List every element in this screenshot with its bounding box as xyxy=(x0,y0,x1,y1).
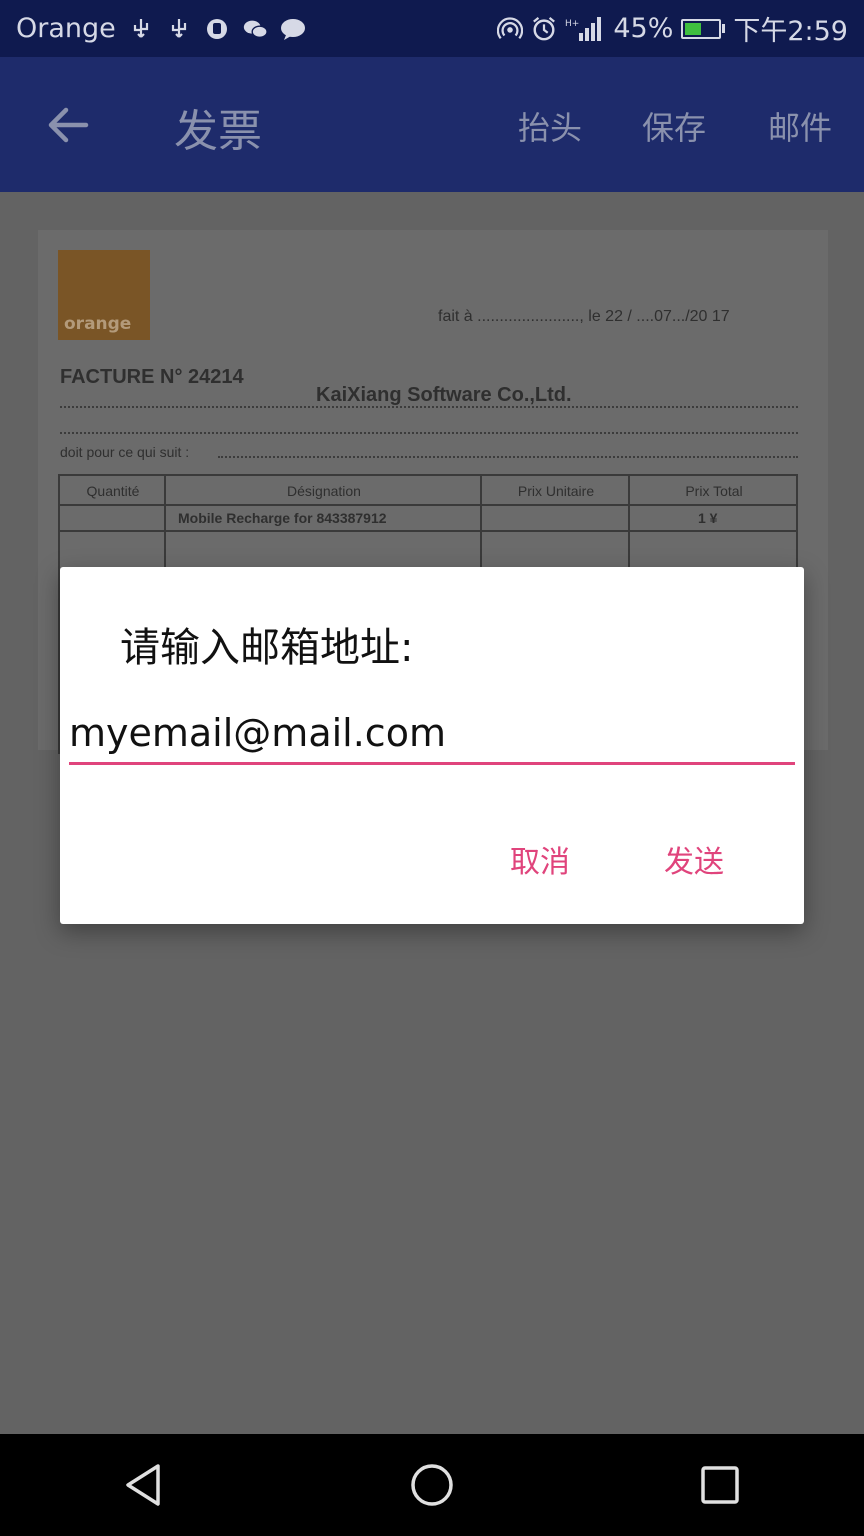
invoice-place-date: fait à ......................., le 22 / … xyxy=(438,308,730,325)
logo-text: orange xyxy=(64,314,132,334)
column-header: Désignation xyxy=(287,483,361,499)
app-bar: 发票 抬头 保存 邮件 xyxy=(0,57,864,192)
back-button[interactable] xyxy=(40,97,96,153)
alarm-icon xyxy=(531,16,557,42)
usb-icon xyxy=(166,16,192,42)
arrow-left-icon xyxy=(48,107,89,143)
circle-home-icon xyxy=(411,1464,453,1506)
send-button[interactable]: 发送 xyxy=(664,837,724,881)
invoice-doit-label: doit pour ce qui suit : xyxy=(60,444,190,460)
email-action-button[interactable]: 邮件 xyxy=(768,103,832,149)
invoice-number: FACTURE N° 24214 xyxy=(60,366,244,388)
invoice-company: KaiXiang Software Co.,Ltd. xyxy=(316,384,572,406)
nav-back-button[interactable] xyxy=(104,1445,184,1525)
nav-home-button[interactable] xyxy=(392,1445,472,1525)
svg-text:H+: H+ xyxy=(565,19,579,29)
battery-level-fill xyxy=(685,22,701,35)
column-header: Prix Unitaire xyxy=(517,483,595,499)
status-bar: Orange H+ 45% 下午2:59 xyxy=(0,0,864,57)
dotted-line xyxy=(60,406,798,408)
usb-icon xyxy=(128,16,154,42)
dotted-line xyxy=(60,432,798,434)
carrier-name: Orange xyxy=(16,13,116,44)
page-title: 发票 xyxy=(174,106,262,157)
battery-percent: 45% xyxy=(613,13,674,44)
nav-recents-button[interactable] xyxy=(680,1445,760,1525)
table-row: Mobile Recharge for 843387912 xyxy=(178,510,387,526)
email-input[interactable] xyxy=(69,703,795,765)
column-header: Prix Total xyxy=(685,483,743,499)
battery-icon xyxy=(681,18,726,39)
save-action-button[interactable]: 保存 xyxy=(642,103,706,149)
message-icon xyxy=(280,16,306,42)
header-action-button[interactable]: 抬头 xyxy=(518,103,582,149)
email-dialog: 请输入邮箱地址: 取消 发送 xyxy=(60,567,804,924)
cancel-button[interactable]: 取消 xyxy=(510,837,570,881)
navigation-bar xyxy=(0,1434,864,1536)
hand-icon xyxy=(204,16,230,42)
table-row: 1 ¥ xyxy=(698,510,718,526)
wechat-icon xyxy=(242,16,268,42)
triangle-back-icon xyxy=(126,1464,160,1506)
dotted-line xyxy=(218,456,798,458)
hotspot-icon xyxy=(497,16,524,42)
column-header: Quantité xyxy=(86,483,140,499)
signal-icon: H+ xyxy=(565,16,605,42)
orange-logo: orange xyxy=(58,250,150,340)
clock: 下午2:59 xyxy=(733,16,848,47)
dialog-title: 请输入邮箱地址: xyxy=(120,625,414,671)
square-recents-icon xyxy=(701,1466,739,1504)
